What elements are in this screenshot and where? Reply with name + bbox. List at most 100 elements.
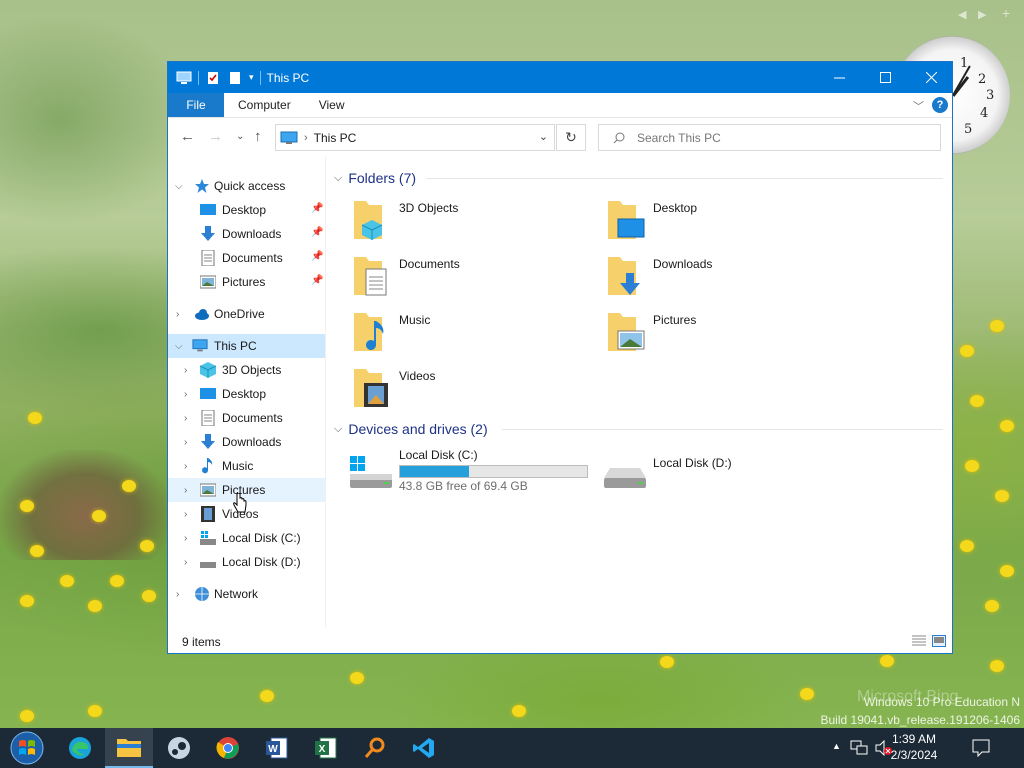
music-icon (202, 458, 213, 474)
sidebar-item-local-disk-c[interactable]: › Local Disk (C:) (168, 526, 325, 550)
tab-file[interactable]: File (168, 93, 224, 117)
tab-view[interactable]: View (305, 93, 359, 117)
taskbar-file-explorer[interactable] (105, 728, 153, 768)
maximize-button[interactable] (862, 62, 908, 93)
navigation-bar: ← → ⌄ ↑ › This PC ⌄ ↻ Search This PC (168, 118, 952, 156)
wallpaper-flower (88, 705, 102, 717)
svg-text:X: X (319, 744, 326, 755)
sidebar-item-downloads[interactable]: Downloads 📌 (168, 222, 325, 246)
sidebar-item-quick-access[interactable]: ⌵ Quick access (168, 174, 325, 198)
collapsed-chevron-icon[interactable]: › (184, 413, 187, 424)
drives-group-header[interactable]: ⌵ Devices and drives (2) (334, 418, 488, 440)
desktop-icon (200, 204, 216, 215)
breadcrumb-this-pc[interactable]: This PC (314, 131, 357, 145)
refresh-button[interactable]: ↻ (556, 124, 586, 151)
group-collapse-icon[interactable]: ⌵ (334, 172, 342, 185)
taskbar-chrome[interactable] (204, 728, 252, 768)
title-bar[interactable]: ▾ This PC (168, 62, 952, 93)
sidebar-item-downloads[interactable]: › Downloads (168, 430, 325, 454)
sidebar-item-desktop[interactable]: Desktop 📌 (168, 198, 325, 222)
drive-tile-local-disk-c[interactable]: Local Disk (C:) 43.8 GB free of 69.4 GB (334, 448, 594, 500)
collapsed-chevron-icon[interactable]: › (184, 461, 187, 472)
pin-icon: 📌 (311, 251, 324, 262)
network-status-icon[interactable] (850, 740, 868, 756)
gadget-next-icon[interactable]: ▶ (978, 8, 986, 21)
wallpaper-flower (1000, 420, 1014, 432)
back-arrow-icon[interactable]: ← (180, 128, 195, 145)
taskbar-edge[interactable] (56, 728, 104, 768)
folders-group-header[interactable]: ⌵ Folders (7) (334, 167, 416, 189)
3d-objects-icon (200, 362, 216, 378)
folder-tile-downloads[interactable]: Downloads (588, 251, 828, 299)
folder-tile-desktop[interactable]: Desktop (588, 195, 828, 243)
file-explorer-window[interactable]: ▾ This PC File Computer View ﹀ ? ← → ⌄ ↑… (167, 61, 953, 654)
taskbar-clock[interactable]: 1:39 AM 2/3/2024 (890, 731, 938, 763)
sidebar-item-network[interactable]: › Network (168, 582, 325, 606)
address-bar[interactable]: › This PC ⌄ (275, 124, 555, 151)
expanded-chevron-icon[interactable]: ⌵ (175, 181, 183, 192)
sidebar-item-label: Pictures (222, 275, 266, 289)
search-icon (613, 132, 625, 143)
sidebar-item-music[interactable]: › Music (168, 454, 325, 478)
details-view-icon[interactable] (912, 635, 926, 647)
sidebar-item-documents[interactable]: Documents 📌 (168, 246, 325, 270)
search-input[interactable]: Search This PC (598, 124, 941, 151)
maximize-icon (879, 72, 891, 83)
expanded-chevron-icon[interactable]: ⌵ (175, 341, 183, 352)
close-button[interactable] (908, 62, 954, 93)
sidebar-item-documents[interactable]: › Documents (168, 406, 325, 430)
breadcrumb-chevron-icon[interactable]: › (304, 132, 308, 144)
wallpaper-flower (122, 480, 136, 492)
start-button[interactable] (3, 728, 51, 768)
sidebar-item-local-disk-d[interactable]: › Local Disk (D:) (168, 550, 325, 574)
address-dropdown-icon[interactable]: ⌄ (539, 130, 548, 143)
up-arrow-icon[interactable]: ↑ (254, 128, 262, 145)
collapsed-chevron-icon[interactable]: › (184, 485, 187, 496)
taskbar-word[interactable]: W (253, 728, 301, 768)
minimize-button[interactable] (816, 62, 862, 93)
collapsed-chevron-icon[interactable]: › (184, 557, 187, 568)
wallpaper-flower (110, 575, 124, 587)
folder-tile-videos[interactable]: Videos (334, 363, 574, 411)
taskbar-steam[interactable] (155, 728, 203, 768)
qat-dropdown-icon[interactable]: ▾ (249, 72, 254, 83)
expand-ribbon-icon[interactable]: ﹀ (913, 98, 924, 114)
sidebar-item-pictures[interactable]: Pictures 📌 (168, 270, 325, 294)
collapsed-chevron-icon[interactable]: › (184, 389, 187, 400)
taskbar-excel[interactable]: X (302, 728, 350, 768)
folder-tile-3d-objects[interactable]: 3D Objects (334, 195, 574, 243)
folder-tile-documents[interactable]: Documents (334, 251, 574, 299)
help-icon[interactable]: ? (932, 97, 948, 113)
sidebar-item-desktop[interactable]: › Desktop (168, 382, 325, 406)
tab-computer[interactable]: Computer (224, 93, 305, 117)
show-hidden-icons-icon[interactable]: ▲ (832, 741, 841, 751)
hand-cursor-icon (233, 493, 247, 513)
collapsed-chevron-icon[interactable]: › (176, 309, 179, 320)
collapsed-chevron-icon[interactable]: › (184, 365, 187, 376)
recent-locations-icon[interactable]: ⌄ (236, 131, 244, 142)
properties-icon[interactable] (205, 71, 221, 85)
collapsed-chevron-icon[interactable]: › (184, 533, 187, 544)
notifications-icon[interactable] (972, 739, 990, 757)
sidebar-item-this-pc[interactable]: ⌵ This PC (168, 334, 325, 358)
main-pane[interactable]: ⌵ Folders (7) 3D Objects Desktop Documen… (334, 157, 950, 627)
sidebar-item-3d-objects[interactable]: › 3D Objects (168, 358, 325, 382)
collapsed-chevron-icon[interactable]: › (184, 437, 187, 448)
folder-tile-music[interactable]: Music (334, 307, 574, 355)
taskbar-search-tool[interactable] (351, 728, 399, 768)
forward-arrow-icon[interactable]: → (208, 128, 223, 145)
large-icons-view-icon[interactable] (932, 635, 946, 647)
group-collapse-icon[interactable]: ⌵ (334, 423, 342, 436)
drive-icon (604, 468, 646, 488)
gadget-prev-icon[interactable]: ◀ (958, 8, 966, 21)
folder-tile-pictures[interactable]: Pictures (588, 307, 828, 355)
drive-tile-local-disk-d[interactable]: Local Disk (D:) (588, 448, 848, 500)
sidebar-item-onedrive[interactable]: › OneDrive (168, 302, 325, 326)
gadget-add-icon[interactable]: + (1002, 5, 1010, 21)
folder-tile-label: 3D Objects (399, 201, 459, 215)
navigation-pane[interactable]: ⌵ Quick access Desktop 📌 Downloads 📌 Doc… (168, 157, 326, 627)
collapsed-chevron-icon[interactable]: › (184, 509, 187, 520)
new-folder-icon[interactable] (227, 71, 243, 85)
taskbar-vscode[interactable] (400, 728, 448, 768)
collapsed-chevron-icon[interactable]: › (176, 589, 179, 600)
